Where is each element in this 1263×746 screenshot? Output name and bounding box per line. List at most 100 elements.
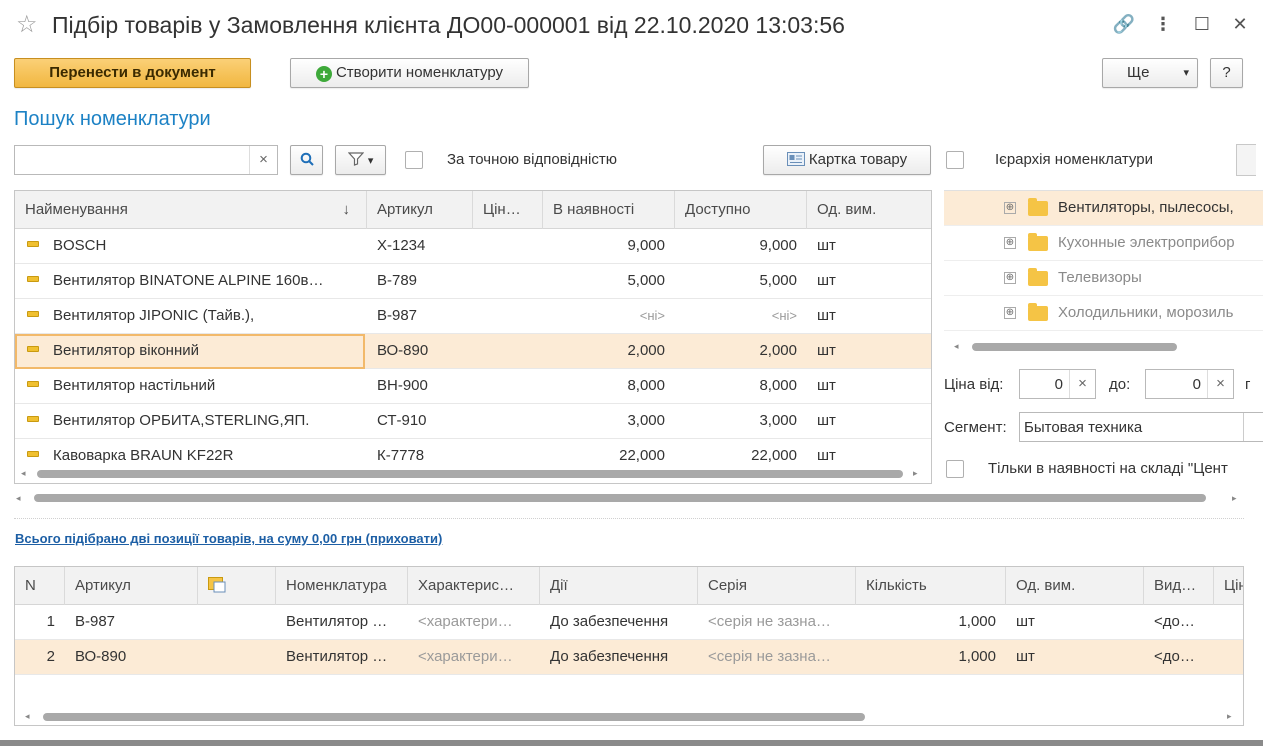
products-grid[interactable]: Найменування ↓ Артикул Цін… В наявності Д… xyxy=(14,190,932,484)
create-nomenclature-label: Створити номенклатуру xyxy=(335,64,504,81)
row-unit: шт xyxy=(817,237,836,254)
tree-item-label: Кухонные электроприбор xyxy=(1058,234,1235,251)
row-action: До забезпечення xyxy=(550,648,669,665)
search-section-title: Пошук номенклатури xyxy=(14,108,211,130)
scroll-left-arrow-icon[interactable]: ◂ xyxy=(954,341,959,352)
column-header-quantity[interactable]: Кількість xyxy=(856,567,1006,605)
column-header-n[interactable]: N xyxy=(15,567,65,605)
price-to-input[interactable]: 0 × xyxy=(1145,369,1234,399)
row-n: 2 xyxy=(46,648,55,665)
image-column-icon xyxy=(208,577,226,593)
segment-select[interactable]: Бытовая техника xyxy=(1019,412,1263,442)
horizontal-scrollbar[interactable] xyxy=(37,470,903,478)
column-header-article[interactable]: Артикул xyxy=(367,191,473,229)
more-actions-label: Ще xyxy=(1127,64,1150,81)
more-actions-button[interactable]: Ще ▾ xyxy=(1102,58,1198,88)
table-row-selected[interactable]: 2 ВО-890 Вентилятор … <характери… До заб… xyxy=(15,640,1243,675)
column-header-price[interactable]: Цін… xyxy=(473,191,543,229)
search-button[interactable] xyxy=(290,145,323,175)
only-in-stock-label: Тільки в наявності на складі "Цент xyxy=(988,460,1228,477)
scroll-right-arrow-icon[interactable]: ▸ xyxy=(1232,493,1237,504)
clear-search-icon[interactable]: × xyxy=(249,146,277,174)
selected-grid-horizontal-scrollbar[interactable] xyxy=(43,713,865,721)
help-button[interactable]: ? xyxy=(1210,58,1243,88)
price-from-input[interactable]: 0 × xyxy=(1019,369,1096,399)
expand-icon[interactable]: ⊕ xyxy=(1004,307,1016,319)
column-header-name[interactable]: Найменування ↓ xyxy=(15,191,367,229)
transfer-to-document-button[interactable]: Перенести в документ xyxy=(14,58,251,88)
column-header-in-stock[interactable]: В наявності xyxy=(543,191,675,229)
scroll-left-arrow-icon[interactable]: ◂ xyxy=(25,711,30,722)
table-row[interactable]: Вентилятор ОРБИТА,STERLING,ЯП. СТ-910 3,… xyxy=(15,404,931,439)
row-available: 8,000 xyxy=(759,377,797,394)
row-nomenclature: Вентилятор … xyxy=(286,613,388,630)
row-available: 22,000 xyxy=(751,447,797,464)
expand-icon[interactable]: ⊕ xyxy=(1004,237,1016,249)
tree-item[interactable]: ⊕ Телевизоры xyxy=(944,261,1263,296)
clear-price-to-icon[interactable]: × xyxy=(1207,370,1233,398)
row-in-stock: 22,000 xyxy=(619,447,665,464)
tree-item-label: Холодильники, морозиль xyxy=(1058,304,1234,321)
more-vertical-icon[interactable]: ⋮ xyxy=(1151,12,1175,36)
row-nomenclature: Вентилятор … xyxy=(286,648,388,665)
filter-dropdown-button[interactable]: ▾ xyxy=(335,145,386,175)
product-card-button[interactable]: Картка товару xyxy=(763,145,931,175)
scroll-right-arrow-icon[interactable]: ▸ xyxy=(1227,711,1232,722)
column-header-unit[interactable]: Од. вим. xyxy=(807,191,931,229)
search-input[interactable]: × xyxy=(14,145,278,175)
hierarchy-tree[interactable]: ⊕ Вентиляторы, пылесосы, ⊕ Кухонные элек… xyxy=(944,190,1263,358)
page-horizontal-scrollbar[interactable] xyxy=(34,494,1206,502)
scroll-left-arrow-icon[interactable]: ◂ xyxy=(21,468,26,479)
row-article: СТ-910 xyxy=(377,412,427,429)
column-header-action[interactable]: Дії xyxy=(540,567,698,605)
only-in-stock-checkbox[interactable] xyxy=(946,460,964,478)
column-header-image[interactable] xyxy=(198,567,276,605)
favorite-star-icon[interactable]: ☆ xyxy=(16,12,38,38)
row-name: Вентилятор JIPONIC (Тайв.), xyxy=(53,307,255,324)
column-header-kind[interactable]: Вид… xyxy=(1144,567,1214,605)
selected-items-grid[interactable]: N Артикул Номенклатура Характерис… Дії С… xyxy=(14,566,1244,726)
sort-desc-icon[interactable]: ↓ xyxy=(343,191,351,228)
expand-icon[interactable]: ⊕ xyxy=(1004,202,1016,214)
hierarchy-settings-button[interactable] xyxy=(1236,144,1256,176)
item-icon xyxy=(27,416,39,422)
exact-match-checkbox[interactable] xyxy=(405,151,423,169)
selected-summary-link[interactable]: Всього підібрано дві позиції товарів, на… xyxy=(15,531,442,546)
row-price xyxy=(473,229,543,264)
clear-price-from-icon[interactable]: × xyxy=(1069,370,1095,398)
table-row[interactable]: Вентилятор настільний ВН-900 8,000 8,000… xyxy=(15,369,931,404)
link-icon[interactable]: 🔗 xyxy=(1112,12,1136,36)
row-name: Вентилятор BINATONE ALPINE 160в… xyxy=(53,272,324,289)
column-header-series[interactable]: Серія xyxy=(698,567,856,605)
tree-horizontal-scrollbar[interactable] xyxy=(972,343,1177,351)
column-header-article[interactable]: Артикул xyxy=(65,567,198,605)
column-header-characteristic[interactable]: Характерис… xyxy=(408,567,540,605)
row-article: ВН-900 xyxy=(377,377,428,394)
column-header-price[interactable]: Цін xyxy=(1214,567,1243,605)
table-row[interactable]: 1 В-987 Вентилятор … <характери… До забе… xyxy=(15,605,1243,640)
item-icon xyxy=(27,381,39,387)
maximize-icon[interactable]: ☐ xyxy=(1190,12,1214,36)
table-row[interactable]: BOSCH X-1234 9,000 9,000 шт xyxy=(15,229,931,264)
column-header-unit[interactable]: Од. вим. xyxy=(1006,567,1144,605)
row-in-stock: 9,000 xyxy=(627,237,665,254)
expand-icon[interactable]: ⊕ xyxy=(1004,272,1016,284)
table-row[interactable]: Вентилятор BINATONE ALPINE 160в… B-789 5… xyxy=(15,264,931,299)
folder-icon xyxy=(1028,268,1048,286)
column-header-nomenclature[interactable]: Номенклатура xyxy=(276,567,408,605)
hierarchy-checkbox[interactable] xyxy=(946,151,964,169)
tree-item[interactable]: ⊕ Холодильники, морозиль xyxy=(944,296,1263,331)
selected-grid-header: N Артикул Номенклатура Характерис… Дії С… xyxy=(15,567,1243,605)
table-row[interactable]: Вентилятор JIPONIC (Тайв.), B-987 <ні> <… xyxy=(15,299,931,334)
row-series: <серія не зазна… xyxy=(708,613,831,630)
create-nomenclature-button[interactable]: + Створити номенклатуру xyxy=(290,58,529,88)
scroll-right-arrow-icon[interactable]: ▸ xyxy=(913,468,918,479)
tree-item[interactable]: ⊕ Кухонные электроприбор xyxy=(944,226,1263,261)
tree-item[interactable]: ⊕ Вентиляторы, пылесосы, xyxy=(944,191,1263,226)
row-unit: шт xyxy=(1016,648,1035,665)
close-icon[interactable]: ✕ xyxy=(1228,12,1252,36)
column-header-available[interactable]: Доступно xyxy=(675,191,807,229)
table-row[interactable]: Кавоварка BRAUN KF22R К-7778 22,000 22,0… xyxy=(15,439,931,474)
table-row-selected[interactable]: Вентилятор віконний ВО-890 2,000 2,000 ш… xyxy=(15,334,931,369)
scroll-left-arrow-icon[interactable]: ◂ xyxy=(16,493,21,504)
